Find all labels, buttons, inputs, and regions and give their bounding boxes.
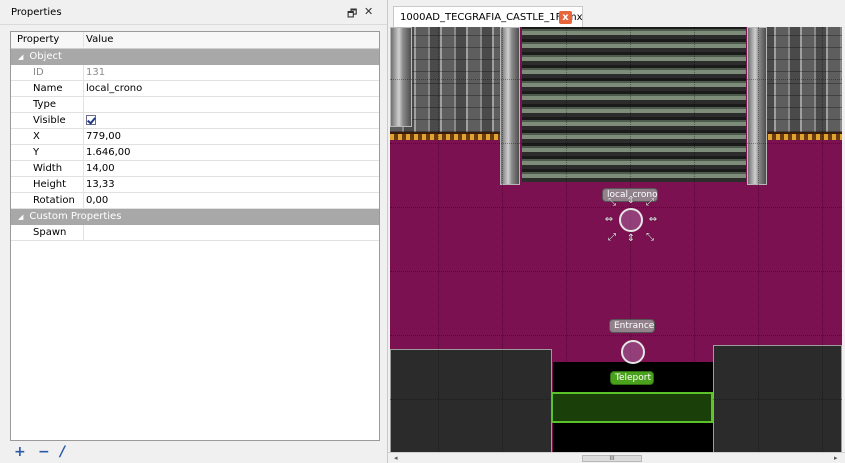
map-editor: 1000AD_TECGRAFIA_CASTLE_1F.tmx x local_c… <box>387 0 845 463</box>
pillar <box>390 27 412 127</box>
pillar <box>500 27 520 185</box>
property-row-y[interactable]: Y 1.646,00 <box>11 145 379 161</box>
property-value-width[interactable]: 14,00 <box>83 161 379 176</box>
gold-trim <box>390 132 500 140</box>
close-panel-icon[interactable]: ✕ <box>364 5 373 18</box>
property-label: Type <box>33 99 56 110</box>
close-tab-icon[interactable]: x <box>559 11 572 24</box>
map-canvas[interactable]: local_crono ⤡ ⇕ ⤢ ⇔ ⇔ ⤢ ⇕ ⤡ Entrance Tel… <box>390 27 842 453</box>
visible-checkbox[interactable] <box>86 115 96 125</box>
object-teleport[interactable] <box>551 392 713 423</box>
resize-handle-icon[interactable]: ⇔ <box>647 214 659 226</box>
pillar <box>747 27 767 185</box>
group-object[interactable]: ◢ Object <box>11 49 379 65</box>
property-row-visible[interactable]: Visible <box>11 113 379 129</box>
property-value-rotation[interactable]: 0,00 <box>83 193 379 208</box>
resize-handle-icon[interactable]: ⤡ <box>606 197 618 209</box>
collapse-triangle-icon[interactable]: ◢ <box>18 213 23 221</box>
object-label-entrance[interactable]: Entrance <box>609 319 655 333</box>
scroll-left-icon[interactable]: ◂ <box>394 454 398 462</box>
property-value-x[interactable]: 779,00 <box>83 129 379 144</box>
property-label: Spawn <box>33 227 67 238</box>
rename-property-button[interactable]: / <box>60 444 65 460</box>
property-value-type[interactable] <box>83 97 379 112</box>
object-entrance[interactable] <box>621 340 645 364</box>
properties-panel: Properties 🗗 ✕ Property Value ◢ Object ID… <box>0 0 387 463</box>
group-custom-label: Custom Properties <box>29 211 122 222</box>
properties-title-bar: Properties 🗗 ✕ <box>0 0 387 25</box>
property-value-spawn[interactable] <box>83 225 379 240</box>
property-label: Rotation <box>33 195 75 206</box>
property-label: ID <box>33 67 44 78</box>
gold-trim <box>768 132 842 140</box>
resize-handle-icon[interactable]: ⇕ <box>625 233 637 245</box>
staircase <box>522 27 746 182</box>
properties-title: Properties <box>11 7 62 18</box>
property-row-x[interactable]: X 779,00 <box>11 129 379 145</box>
property-label: X <box>33 131 40 142</box>
remove-property-button[interactable]: − <box>38 444 50 460</box>
map-tab-label: 1000AD_TECGRAFIA_CASTLE_1F.tmx <box>400 12 583 23</box>
property-label: Y <box>33 147 40 158</box>
group-object-label: Object <box>29 51 62 62</box>
property-row-width[interactable]: Width 14,00 <box>11 161 379 177</box>
collapse-triangle-icon[interactable]: ◢ <box>18 53 23 61</box>
resize-handle-icon[interactable]: ⇔ <box>603 214 615 226</box>
column-header-value[interactable]: Value <box>83 32 379 47</box>
resize-handle-icon[interactable]: ⤢ <box>606 232 618 244</box>
property-value-name[interactable]: local_crono <box>83 81 379 96</box>
property-row-spawn[interactable]: Spawn <box>11 225 379 241</box>
float-panel-icon[interactable]: 🗗 <box>347 5 357 24</box>
scroll-right-icon[interactable]: ▸ <box>834 454 838 462</box>
property-grid: Property Value ◢ Object ID 131 Name local… <box>10 31 380 441</box>
property-row-id: ID 131 <box>11 65 379 81</box>
property-label: Visible <box>33 115 66 126</box>
add-property-button[interactable]: + <box>14 444 26 460</box>
dark-floor-left <box>390 349 552 453</box>
property-row-type[interactable]: Type <box>11 97 379 113</box>
property-label: Width <box>33 163 63 174</box>
column-header-property[interactable]: Property <box>17 32 67 47</box>
property-label: Name <box>33 83 63 94</box>
property-label: Height <box>33 179 67 190</box>
scrollbar-thumb[interactable]: III <box>582 455 642 462</box>
property-row-name[interactable]: Name local_crono <box>11 81 379 97</box>
property-row-rotation[interactable]: Rotation 0,00 <box>11 193 379 209</box>
property-value-y[interactable]: 1.646,00 <box>83 145 379 160</box>
rotate-handle-icon[interactable]: ⇕ <box>625 195 637 207</box>
object-local-crono[interactable] <box>619 208 643 232</box>
property-row-height[interactable]: Height 13,33 <box>11 177 379 193</box>
property-grid-header: Property Value <box>11 32 379 49</box>
property-value-id: 131 <box>83 65 379 80</box>
resize-handle-icon[interactable]: ⤡ <box>644 232 656 244</box>
resize-handle-icon[interactable]: ⤢ <box>644 197 656 209</box>
group-custom-properties[interactable]: ◢ Custom Properties <box>11 209 379 225</box>
map-tab[interactable]: 1000AD_TECGRAFIA_CASTLE_1F.tmx x <box>393 6 583 28</box>
object-label-teleport[interactable]: Teleport <box>610 371 654 385</box>
property-value-height[interactable]: 13,33 <box>83 177 379 192</box>
horizontal-scrollbar[interactable]: ◂ III ▸ <box>388 452 845 463</box>
